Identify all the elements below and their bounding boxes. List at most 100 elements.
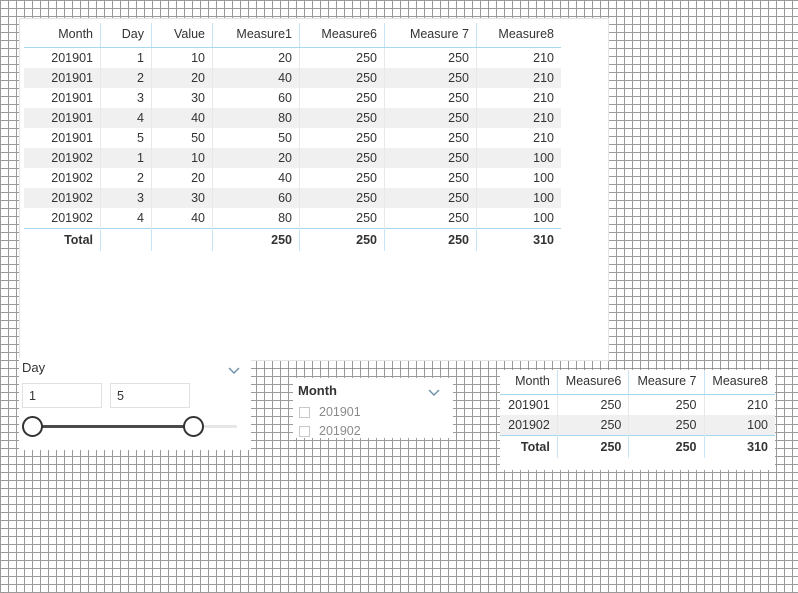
cell-value: 30	[151, 188, 213, 208]
cell-value: 30	[151, 88, 213, 108]
chevron-down-icon[interactable]	[226, 362, 242, 378]
table-row[interactable]: 201901 2 20 40 250 250 210	[24, 68, 561, 88]
total-label: Total	[24, 228, 101, 251]
slicer-item-201902[interactable]: 201902	[299, 424, 361, 438]
chevron-down-icon[interactable]	[426, 384, 442, 400]
table-row[interactable]: 201901 4 40 80 250 250 210	[24, 108, 561, 128]
checkbox-icon[interactable]	[299, 425, 310, 437]
table-row[interactable]: 201902 250 250 100	[500, 415, 775, 436]
table-total-row: Total 250 250 250 310	[24, 228, 561, 251]
cell-measure7: 250	[384, 168, 477, 188]
slider-handle-max[interactable]	[183, 416, 204, 437]
total-value	[151, 228, 213, 251]
grid-guide-horizontal	[0, 538, 798, 539]
cell-measure6: 250	[299, 68, 385, 88]
table-row[interactable]: 201901 3 30 60 250 250 210	[24, 88, 561, 108]
cell-month: 201901	[24, 128, 101, 148]
cell-measure1: 50	[212, 128, 300, 148]
cell-measure8: 100	[476, 168, 561, 188]
column-header-measure6[interactable]: Measure6	[557, 370, 630, 395]
cell-measure6: 250	[299, 148, 385, 168]
column-header-measure8[interactable]: Measure8	[704, 370, 775, 395]
cell-measure6: 250	[299, 208, 385, 229]
summary-table-visual[interactable]: Month Measure6 Measure 7 Measure8 201901…	[500, 370, 775, 470]
cell-measure8: 100	[704, 415, 775, 436]
table-row[interactable]: 201901 250 250 210	[500, 394, 775, 415]
cell-measure1: 20	[212, 148, 300, 168]
cell-measure1: 80	[212, 208, 300, 229]
cell-measure7: 250	[384, 208, 477, 229]
slider-handle-min[interactable]	[22, 416, 43, 437]
day-slicer-title: Day	[22, 360, 46, 375]
table-row[interactable]: 201902 2 20 40 250 250 100	[24, 168, 561, 188]
cell-measure7: 250	[384, 188, 477, 208]
column-header-value[interactable]: Value	[151, 23, 213, 48]
cell-measure6: 250	[299, 128, 385, 148]
cell-measure6: 250	[299, 188, 385, 208]
cell-value: 20	[151, 68, 213, 88]
table-header-row: Month Measure6 Measure 7 Measure8	[500, 370, 775, 395]
cell-measure6: 250	[557, 394, 630, 415]
cell-day: 2	[100, 168, 152, 188]
cell-measure6: 250	[299, 168, 385, 188]
cell-measure7: 250	[384, 128, 477, 148]
cell-measure6: 250	[299, 47, 385, 68]
table-row[interactable]: 201902 3 30 60 250 250 100	[24, 188, 561, 208]
grid-guide-vertical	[682, 0, 683, 593]
cell-value: 10	[151, 47, 213, 68]
column-header-month[interactable]: Month	[500, 370, 558, 395]
column-header-measure8[interactable]: Measure8	[476, 23, 561, 48]
column-header-measure7[interactable]: Measure 7	[628, 370, 705, 395]
column-header-measure1[interactable]: Measure1	[212, 23, 300, 48]
cell-measure8: 210	[476, 47, 561, 68]
table-row[interactable]: 201902 4 40 80 250 250 100	[24, 208, 561, 229]
column-header-month[interactable]: Month	[24, 23, 101, 48]
grid-guide-vertical	[3, 0, 4, 593]
slider-track-fill	[32, 425, 194, 428]
table-row[interactable]: 201901 1 10 20 250 250 210	[24, 47, 561, 68]
total-measure6: 250	[299, 228, 385, 251]
checkbox-icon[interactable]	[299, 406, 310, 418]
table-row[interactable]: 201902 1 10 20 250 250 100	[24, 148, 561, 168]
cell-measure1: 80	[212, 108, 300, 128]
cell-month: 201901	[24, 108, 101, 128]
cell-measure8: 210	[476, 88, 561, 108]
day-max-input[interactable]	[110, 383, 190, 408]
day-slicer-visual[interactable]: Day	[19, 358, 251, 450]
cell-day: 1	[100, 47, 152, 68]
cell-day: 4	[100, 208, 152, 229]
cell-measure6: 250	[299, 88, 385, 108]
cell-month: 201901	[500, 394, 558, 415]
slicer-item-201901[interactable]: 201901	[299, 405, 361, 419]
cell-measure8: 210	[476, 108, 561, 128]
table-row[interactable]: 201901 5 50 50 250 250 210	[24, 128, 561, 148]
cell-value: 50	[151, 128, 213, 148]
cell-measure7: 250	[384, 148, 477, 168]
cell-measure1: 60	[212, 88, 300, 108]
month-slicer-visual[interactable]: Month 201901 201902	[293, 378, 453, 438]
column-header-measure6[interactable]: Measure6	[299, 23, 385, 48]
cell-value: 20	[151, 168, 213, 188]
cell-value: 40	[151, 108, 213, 128]
total-measure8: 310	[704, 435, 775, 458]
column-header-day[interactable]: Day	[100, 23, 152, 48]
detail-table-visual[interactable]: Month Day Value Measure1 Measure6 Measur…	[19, 18, 609, 361]
cell-measure7: 250	[384, 68, 477, 88]
cell-measure7: 250	[628, 415, 705, 436]
cell-measure8: 210	[704, 394, 775, 415]
day-range-slider[interactable]	[22, 416, 237, 438]
cell-measure8: 210	[476, 128, 561, 148]
day-min-input[interactable]	[22, 383, 102, 408]
summary-table[interactable]: Month Measure6 Measure 7 Measure8 201901…	[500, 370, 775, 458]
total-measure7: 250	[384, 228, 477, 251]
cell-value: 10	[151, 148, 213, 168]
total-measure6: 250	[557, 435, 630, 458]
cell-month: 201902	[24, 188, 101, 208]
cell-measure1: 60	[212, 188, 300, 208]
slicer-item-label: 201901	[319, 405, 361, 419]
cell-month: 201902	[24, 208, 101, 229]
cell-month: 201901	[24, 68, 101, 88]
cell-measure7: 250	[384, 47, 477, 68]
detail-table[interactable]: Month Day Value Measure1 Measure6 Measur…	[24, 23, 561, 251]
column-header-measure7[interactable]: Measure 7	[384, 23, 477, 48]
